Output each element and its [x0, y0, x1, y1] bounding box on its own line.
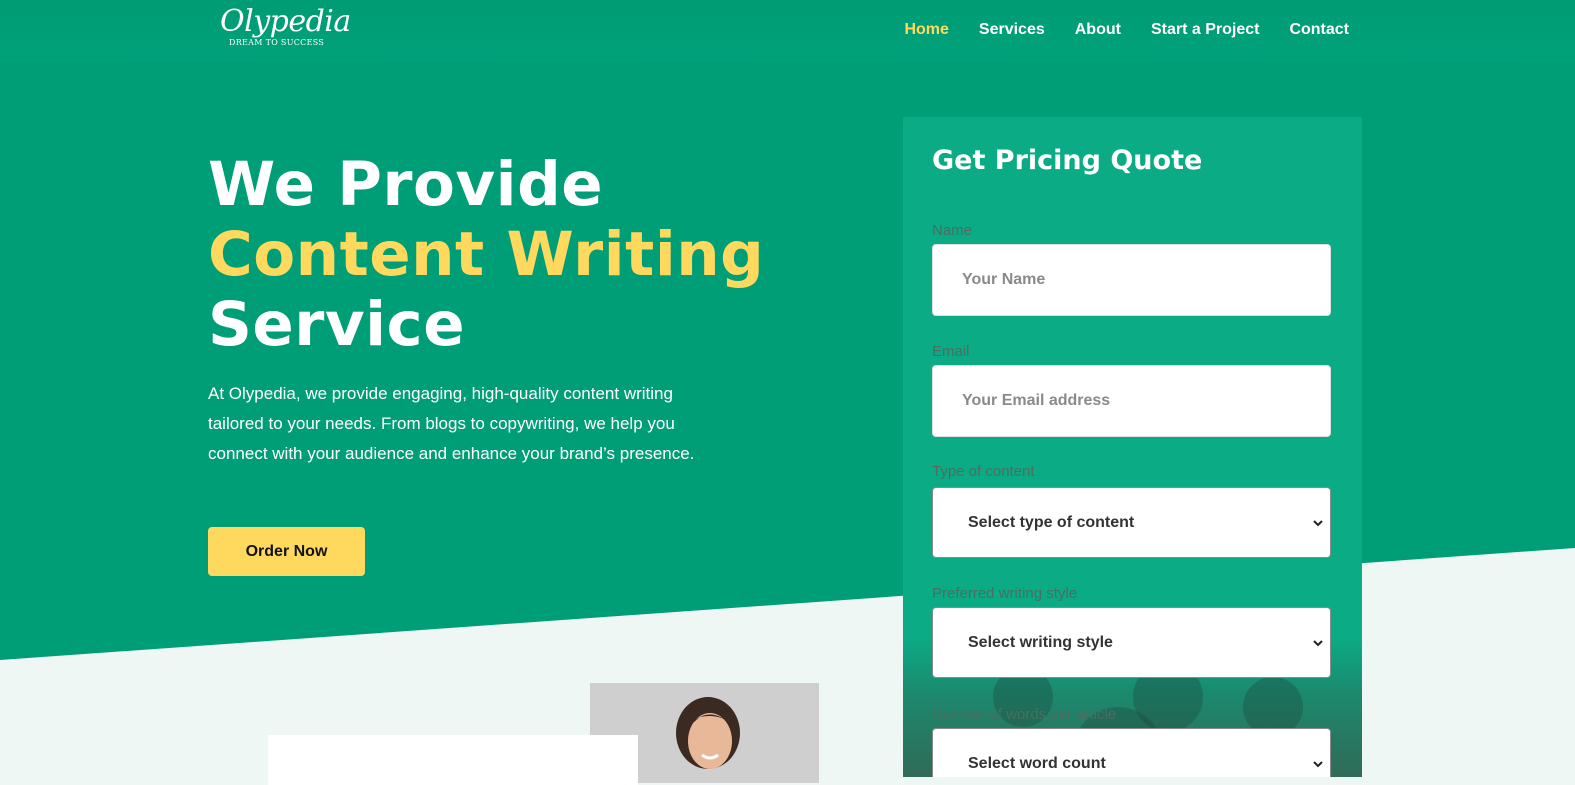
word-count-select[interactable]: Select word count [932, 728, 1331, 777]
brand-tagline: DREAM TO SUCCESS [229, 38, 325, 47]
content-type-value: Select type of content [968, 513, 1135, 531]
main-nav: Home Services About Start a Project Cont… [904, 20, 1349, 40]
hero-title: We Provide Content Writing Service [208, 150, 764, 360]
hero-title-line-2: Content Writing [208, 219, 765, 290]
brand-logo[interactable]: Olypedia DREAM TO SUCCESS [220, 4, 351, 47]
writing-style-select[interactable]: Select writing style [932, 607, 1331, 678]
content-card [268, 735, 638, 785]
order-now-button[interactable]: Order Now [208, 527, 365, 576]
writing-style-value: Select writing style [968, 633, 1113, 651]
word-count-label: Number of words per article [932, 706, 1117, 723]
nav-item-services[interactable]: Services [979, 20, 1045, 40]
word-count-value: Select word count [968, 754, 1106, 772]
nav-item-start-a-project[interactable]: Start a Project [1151, 20, 1259, 40]
writing-style-label: Preferred writing style [932, 585, 1078, 602]
chevron-down-icon [1313, 639, 1323, 646]
hero-description: At Olypedia, we provide engaging, high-q… [208, 384, 695, 463]
email-label: Email [932, 343, 970, 360]
nav-item-contact[interactable]: Contact [1289, 20, 1349, 40]
pricing-quote-form: Get Pricing Quote Name Email Type of con… [903, 117, 1362, 777]
hero-title-line-1: We Provide [208, 149, 604, 220]
brand-name: Olypedia [220, 4, 351, 39]
name-input[interactable] [932, 244, 1331, 316]
form-title: Get Pricing Quote [932, 145, 1203, 176]
chevron-down-icon [1313, 760, 1323, 767]
name-label: Name [932, 222, 973, 239]
email-input[interactable] [932, 365, 1331, 437]
nav-item-home[interactable]: Home [904, 20, 948, 40]
chevron-down-icon [1313, 519, 1323, 526]
nav-item-about[interactable]: About [1075, 20, 1121, 40]
content-type-label: Type of content [932, 463, 1035, 480]
content-type-select[interactable]: Select type of content [932, 487, 1331, 558]
hero-title-line-3: Service [208, 289, 466, 360]
